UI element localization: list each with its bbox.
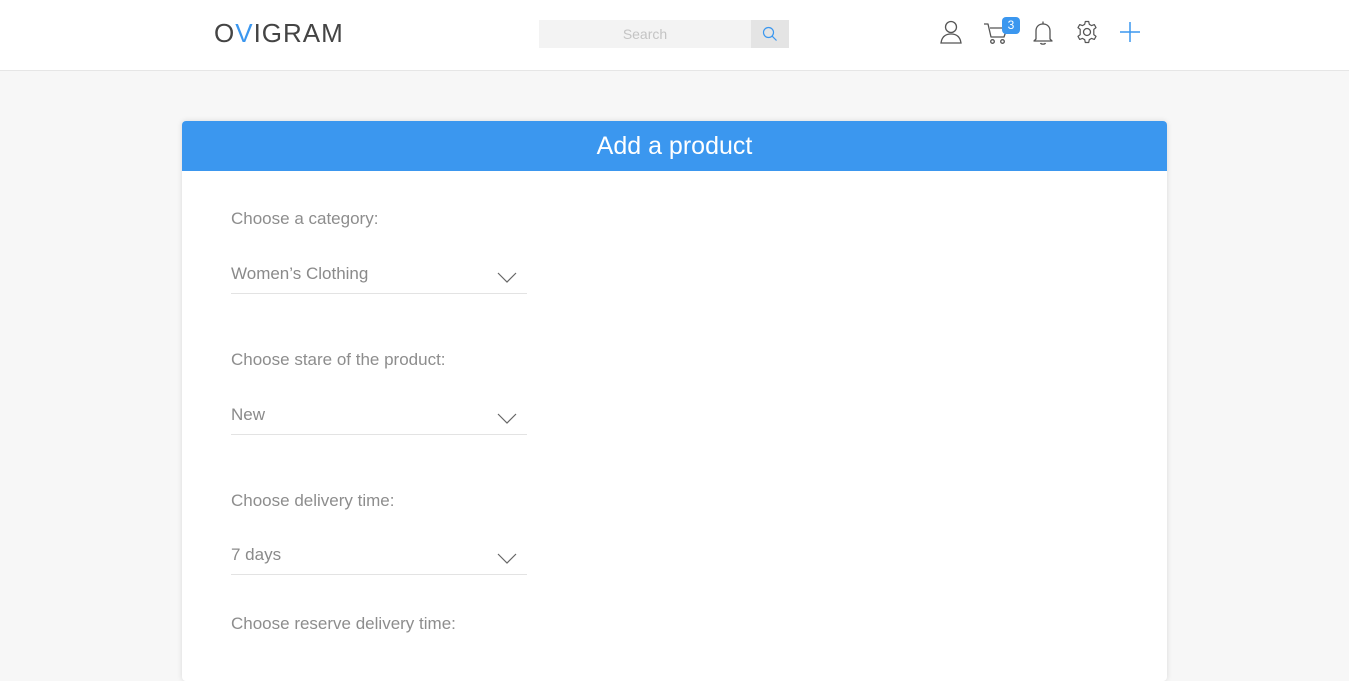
card-title: Add a product — [182, 121, 1167, 171]
plus-icon — [1120, 22, 1140, 42]
user-button[interactable] — [937, 18, 965, 46]
logo-accent: V — [235, 18, 254, 48]
category-label: Choose a category: — [231, 209, 379, 228]
search-button[interactable] — [751, 20, 789, 48]
settings-button[interactable] — [1073, 18, 1101, 46]
top-navbar: OVIGRAM 3 — [0, 0, 1349, 71]
gear-icon — [1077, 20, 1097, 44]
delivery-time-value: 7 days — [231, 545, 282, 564]
delivery-time-select[interactable]: 7 days — [231, 541, 527, 575]
product-state-label: Choose stare of the product: — [231, 350, 446, 369]
bell-icon — [1033, 21, 1053, 45]
search-input[interactable] — [539, 20, 751, 48]
reserve-delivery-time-label: Choose reserve delivery time: — [231, 614, 456, 633]
user-icon — [940, 20, 962, 44]
logo-prefix: O — [214, 18, 236, 48]
notifications-button[interactable] — [1029, 19, 1057, 47]
search-bar — [539, 20, 789, 48]
search-icon — [762, 26, 777, 41]
category-value: Women’s Clothing — [231, 264, 369, 283]
add-product-card: Add a product Choose a category: Women’s… — [182, 121, 1167, 681]
delivery-time-label: Choose delivery time: — [231, 491, 395, 510]
chevron-down-icon — [497, 272, 517, 283]
logo[interactable]: OVIGRAM — [214, 18, 344, 49]
add-button[interactable] — [1116, 18, 1144, 46]
product-state-value: New — [231, 405, 266, 424]
cart-count-badge: 3 — [1002, 17, 1020, 34]
category-select[interactable]: Women’s Clothing — [231, 260, 527, 294]
chevron-down-icon — [497, 553, 517, 564]
product-state-select[interactable]: New — [231, 401, 527, 435]
logo-suffix: IGRAM — [253, 18, 344, 48]
chevron-down-icon — [497, 413, 517, 424]
